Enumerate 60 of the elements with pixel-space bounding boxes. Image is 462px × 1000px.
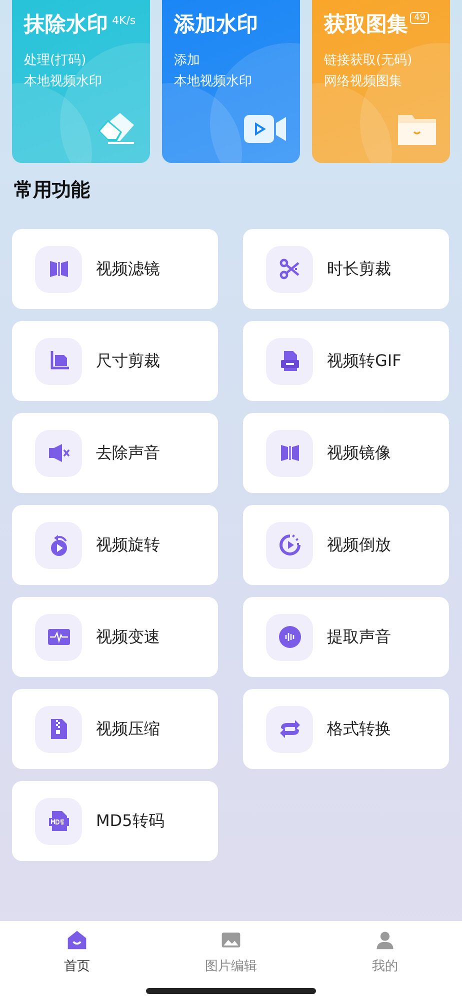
function-label: 提取声音 xyxy=(327,626,391,648)
folder-icon xyxy=(398,113,436,145)
function-icon xyxy=(266,522,313,568)
function-tile[interactable]: 视频旋转 xyxy=(12,505,218,585)
nav-tab[interactable]: 首页 xyxy=(0,921,154,983)
card-description: 添加 xyxy=(174,52,201,70)
card-description: 处理(打码) xyxy=(24,52,88,70)
function-tile[interactable]: 去除声音 xyxy=(12,413,218,493)
card-description: 网络视频图集 xyxy=(324,73,403,91)
function-tile[interactable]: 时长剪裁 xyxy=(243,229,449,309)
function-label: 尺寸剪裁 xyxy=(96,350,160,372)
function-icon xyxy=(35,430,82,476)
function-label: 视频变速 xyxy=(96,626,160,648)
function-icon xyxy=(35,338,82,384)
card-description: 本地视频水印 xyxy=(24,73,103,91)
function-tile[interactable]: 提取声音 xyxy=(243,597,449,677)
function-tile[interactable]: 视频变速 xyxy=(12,597,218,677)
function-label: 视频旋转 xyxy=(96,534,160,556)
function-label: MD5转码 xyxy=(96,810,164,832)
network-speed: 4K/s xyxy=(112,14,136,27)
card-title: 获取图集 xyxy=(324,11,408,38)
battery-level: 49 xyxy=(410,12,430,24)
function-label: 视频倒放 xyxy=(327,534,391,556)
section-title: 常用功能 xyxy=(13,178,91,203)
function-label: 视频压缩 xyxy=(96,718,160,740)
function-icon xyxy=(35,706,82,752)
home-icon xyxy=(66,929,88,951)
video-camera-icon xyxy=(244,113,286,145)
function-tile[interactable]: MD5转码 xyxy=(12,781,218,861)
person-icon xyxy=(374,929,396,951)
function-tile[interactable]: 尺寸剪裁 xyxy=(12,321,218,401)
function-tile[interactable]: 视频压缩 xyxy=(12,689,218,769)
function-tile[interactable]: 视频镜像 xyxy=(243,413,449,493)
eraser-icon xyxy=(96,111,136,145)
function-label: 时长剪裁 xyxy=(327,258,391,280)
card-description: 本地视频水印 xyxy=(174,73,253,91)
function-icon xyxy=(35,522,82,568)
function-icon xyxy=(266,338,313,384)
nav-tab[interactable]: 我的 xyxy=(308,921,462,983)
function-icon xyxy=(266,246,313,292)
function-icon xyxy=(266,706,313,752)
function-label: 视频镜像 xyxy=(327,442,391,464)
card-title: 抹除水印 xyxy=(24,11,108,38)
function-label: 视频转GIF xyxy=(327,350,402,372)
function-label: 视频滤镜 xyxy=(96,258,160,280)
function-icon xyxy=(266,614,313,660)
card-description: 链接获取(无码) xyxy=(324,52,414,70)
feature-card[interactable]: 添加水印 添加 本地视频水印 xyxy=(162,0,300,163)
function-label: 格式转换 xyxy=(327,718,391,740)
function-icon xyxy=(35,798,82,844)
function-icon xyxy=(35,614,82,660)
function-label: 去除声音 xyxy=(96,442,160,464)
function-tile[interactable]: 格式转换 xyxy=(243,689,449,769)
card-title: 添加水印 xyxy=(174,11,258,38)
function-tile[interactable]: 视频滤镜 xyxy=(12,229,218,309)
function-icon xyxy=(35,246,82,292)
nav-tab[interactable]: 图片编辑 xyxy=(154,921,308,983)
function-icon xyxy=(266,430,313,476)
function-tile[interactable]: 视频转GIF xyxy=(243,321,449,401)
function-tile[interactable]: 视频倒放 xyxy=(243,505,449,585)
